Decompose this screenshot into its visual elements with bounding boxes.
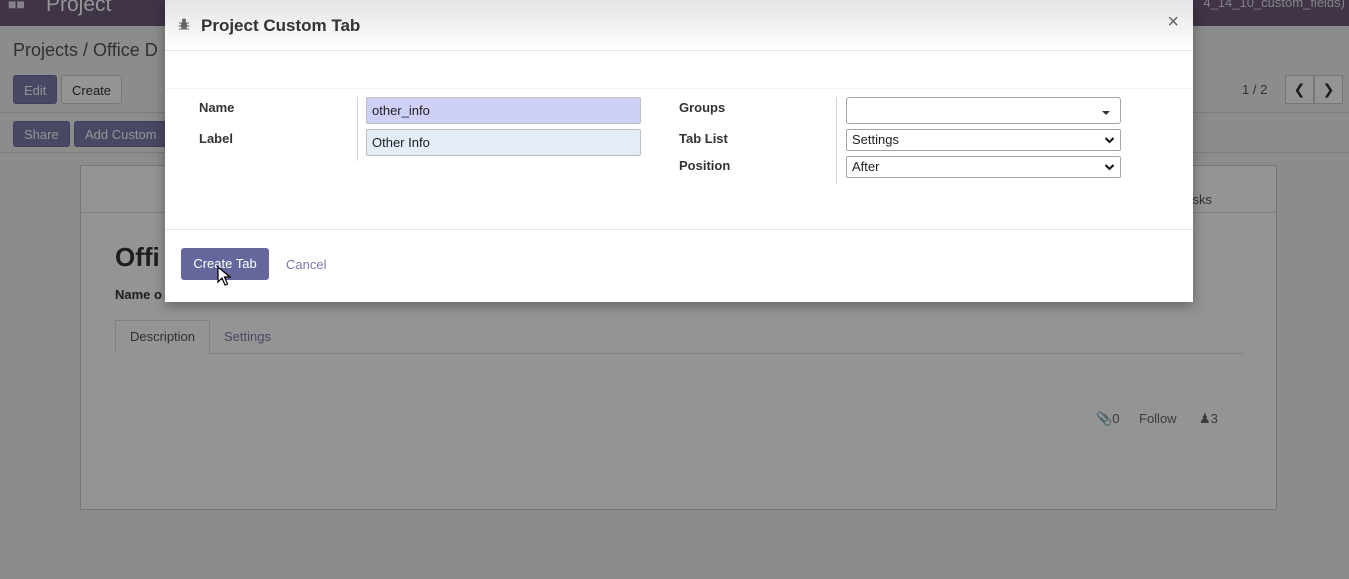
- label-label: Label: [199, 131, 233, 146]
- bug-icon: [178, 18, 190, 30]
- dropdown-caret-icon: [1102, 111, 1110, 115]
- groups-label: Groups: [679, 100, 726, 115]
- position-label: Position: [679, 158, 731, 173]
- modal-footer: Create Tab Cancel: [165, 229, 1193, 303]
- position-select[interactable]: After: [846, 156, 1121, 178]
- field-separator: [836, 97, 837, 184]
- name-label: Name: [199, 100, 235, 115]
- close-icon[interactable]: ×: [1167, 11, 1179, 34]
- field-separator: [357, 97, 358, 161]
- chevron-down-icon: [1104, 137, 1115, 144]
- tab-list-select[interactable]: Settings: [846, 129, 1121, 151]
- modal-header: Project Custom Tab ×: [165, 0, 1193, 51]
- groups-select[interactable]: [846, 97, 1121, 124]
- project-custom-tab-dialog: Project Custom Tab × Name Label other_in…: [165, 0, 1193, 302]
- name-input[interactable]: other_info: [366, 97, 641, 124]
- label-input[interactable]: Other Info: [366, 129, 641, 156]
- cancel-button[interactable]: Cancel: [286, 257, 326, 272]
- tab-list-label: Tab List: [679, 131, 728, 146]
- mouse-cursor-icon: [217, 266, 231, 286]
- modal-title: Project Custom Tab: [201, 16, 361, 35]
- chevron-down-icon: [1104, 164, 1115, 171]
- modal-subheader: [165, 51, 1193, 89]
